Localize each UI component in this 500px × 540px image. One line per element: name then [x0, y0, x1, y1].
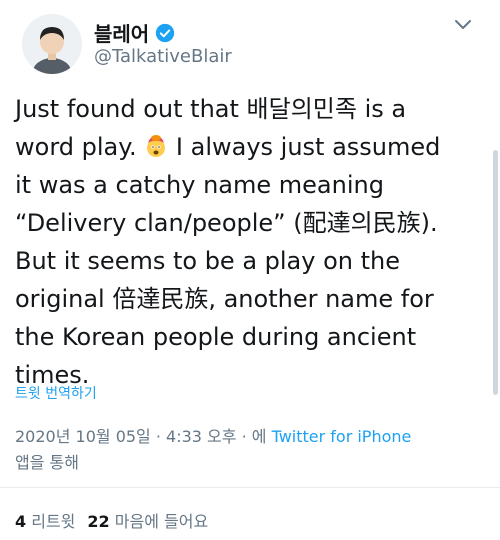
display-name[interactable]: 블레어	[94, 18, 149, 47]
likes-label: 마음에 들어요	[114, 512, 209, 531]
handle[interactable]: @TalkativeBlair	[94, 46, 232, 67]
chevron-down-icon[interactable]	[450, 14, 476, 36]
tweet-line: “Delivery clan/people” (配達의民族).	[15, 209, 438, 237]
retweets-label: 리트윗	[31, 512, 76, 531]
tweet-text: Just found out that 배달의민족 is a word play…	[15, 90, 480, 394]
tweet-header: 블레어 @TalkativeBlair	[22, 14, 480, 74]
tweet-line: But it seems to be a play on the	[15, 247, 401, 275]
tweet-line: it was a catchy name meaning	[15, 171, 384, 199]
tweet-line: original 倍達民族, another name for	[15, 285, 434, 313]
avatar-image	[22, 14, 82, 74]
verified-badge-icon	[156, 23, 175, 42]
divider	[0, 487, 500, 488]
tweet-stats: 4 리트윗 22 마음에 들어요	[15, 508, 208, 532]
source-link[interactable]: Twitter for iPhone	[272, 427, 412, 446]
avatar[interactable]	[22, 14, 82, 74]
tweet-meta: 2020년 10월 05일 · 4:33 오후 · 에 Twitter for …	[15, 424, 485, 476]
tweet-line: Just found out that 배달의민족 is a	[15, 95, 407, 123]
likes-stat[interactable]: 22 마음에 들어요	[87, 512, 208, 531]
likes-count: 22	[87, 512, 110, 531]
retweets-stat[interactable]: 4 리트윗	[15, 512, 75, 531]
scrollbar[interactable]	[493, 150, 498, 395]
translate-tweet-link[interactable]: 트윗 번역하기	[15, 383, 97, 403]
timestamp[interactable]: 2020년 10월 05일 · 4:33 오후 · 에	[15, 427, 266, 446]
source-suffix: 앱을 통해	[15, 453, 79, 472]
tweet-line: word play. I always just assumed	[15, 133, 441, 161]
exploding-head-emoji-icon	[147, 135, 166, 157]
retweets-count: 4	[15, 512, 27, 531]
tweet-line: the Korean people during ancient	[15, 323, 417, 351]
name-row: 블레어	[94, 18, 175, 47]
